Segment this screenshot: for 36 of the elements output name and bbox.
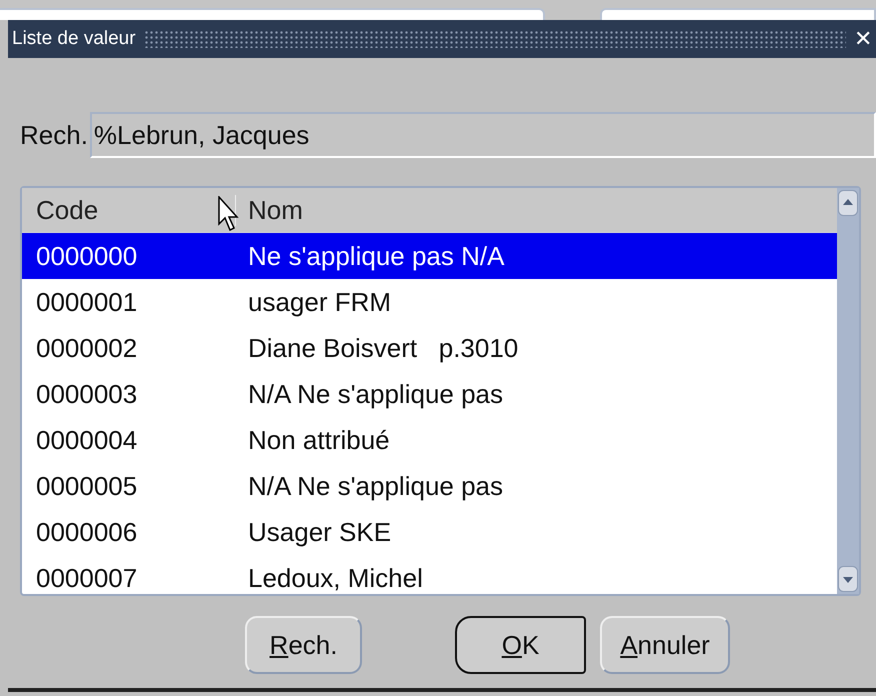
search-field[interactable]: %Lebrun, Jacques <box>90 112 876 158</box>
search-label: Rech. <box>20 120 89 150</box>
name-cell-text: Ne s'applique pas N/A <box>247 240 504 272</box>
list-row[interactable]: 0000001 usager FRM <box>22 279 837 325</box>
name-cell-text: N/A Ne s'applique pas <box>247 378 504 410</box>
name-cell-text: Non attribué <box>247 424 390 456</box>
mouse-pointer-icon <box>218 196 240 232</box>
name-cell-text: Diane Boisvert p.3010 <box>247 332 518 364</box>
scroll-down-icon[interactable] <box>838 566 858 592</box>
name-cell-text: N/A Ne s'applique pas <box>247 470 504 502</box>
dialog-button[interactable]: OK <box>455 616 586 674</box>
list-row[interactable]: 0000002 Diane Boisvert p.3010 <box>22 325 837 371</box>
code-cell-text: 0000005 <box>35 470 138 502</box>
code-cell-text: 0000007 <box>35 562 138 594</box>
column-header[interactable]: Nom <box>236 194 303 226</box>
code-cell-text: 0000000 <box>35 240 138 272</box>
list-row[interactable]: 0000005 N/A Ne s'applique pas <box>22 463 837 509</box>
name-cell-text: Usager SKE <box>247 516 392 548</box>
code-cell-text: 0000002 <box>35 332 138 364</box>
list-row[interactable]: 0000006 Usager SKE <box>22 509 837 555</box>
code-cell-text: 0000006 <box>35 516 138 548</box>
close-button[interactable]: ✕ <box>854 26 876 52</box>
code-cell-text: 0000004 <box>35 424 138 456</box>
code-cell-text: 0000001 <box>35 286 138 318</box>
scrollbar[interactable] <box>837 188 859 594</box>
list-row[interactable]: 0000007 Ledoux, Michel <box>22 555 837 594</box>
dialog-button[interactable]: Rech. <box>245 616 362 674</box>
code-cell-text: 0000003 <box>35 378 138 410</box>
dialog-button[interactable]: Annuler <box>600 616 730 674</box>
name-cell-text: usager FRM <box>247 286 392 318</box>
list-row[interactable]: 0000004 Non attribué <box>22 417 837 463</box>
scroll-up-icon[interactable] <box>838 190 858 216</box>
list-row[interactable]: 0000003 N/A Ne s'applique pas <box>22 371 837 417</box>
window-title: Liste de valeur <box>12 28 136 50</box>
list-row[interactable]: 0000000 Ne s'applique pas N/A <box>22 233 837 279</box>
name-cell-text: Ledoux, Michel <box>247 562 423 594</box>
